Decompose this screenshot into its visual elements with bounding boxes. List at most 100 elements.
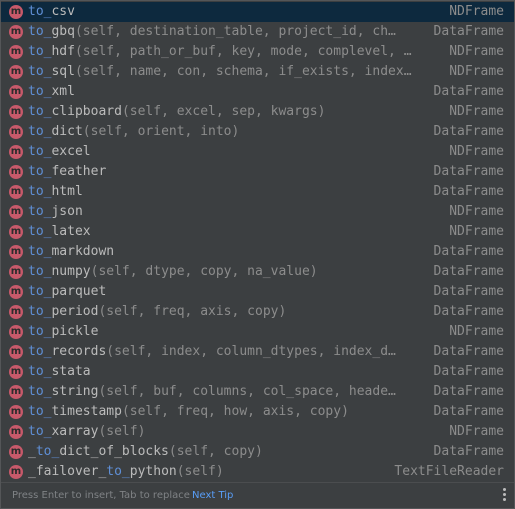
owner-class: DataFrame	[433, 24, 504, 39]
name-rest: latex	[51, 224, 91, 239]
owner-class: DataFrame	[433, 444, 504, 459]
method-icon: m	[9, 385, 23, 399]
name-rest: pickle	[51, 324, 99, 339]
matched-text: to_	[28, 364, 52, 379]
matched-text: to_	[28, 84, 52, 99]
method-params: (self)	[176, 464, 224, 479]
completion-item-name: _failover_to_python(self)	[28, 463, 224, 481]
matched-text: to_	[28, 284, 52, 299]
completion-item[interactable]: m to_parquet DataFrame	[1, 282, 514, 302]
name-rest: timestamp	[51, 404, 122, 419]
method-icon: m	[9, 245, 23, 259]
completion-item-name: to_html	[28, 183, 83, 201]
completion-item[interactable]: m _to_dict_of_blocks(self, copy) DataFrame	[1, 442, 514, 462]
method-icon: m	[9, 405, 23, 419]
completion-item[interactable]: m to_sql(self, name, con, schema, if_exis…	[1, 62, 514, 82]
name-rest: xarray	[51, 424, 99, 439]
completion-item[interactable]: m to_pickle NDFrame	[1, 322, 514, 342]
matched-text: to_	[28, 244, 52, 259]
owner-class: NDFrame	[449, 104, 504, 119]
name-rest: excel	[51, 144, 91, 159]
matched-text: to_	[28, 304, 52, 319]
name-rest: records	[51, 344, 107, 359]
completion-item-name: to_records(self, index, column_dtypes, i…	[28, 343, 396, 361]
method-params: (self, destination_table, project_id, ch…	[74, 24, 396, 39]
method-icon: m	[9, 465, 23, 479]
completion-item[interactable]: m to_string(self, buf, columns, col_space…	[1, 382, 514, 402]
next-tip-link[interactable]: Next Tip	[192, 490, 233, 501]
owner-class: DataFrame	[433, 384, 504, 399]
name-rest: gbq	[51, 24, 75, 39]
owner-class: DataFrame	[433, 364, 504, 379]
completion-item[interactable]: m to_latex NDFrame	[1, 222, 514, 242]
method-icon: m	[9, 5, 23, 19]
completion-item[interactable]: m to_records(self, index, column_dtypes, …	[1, 342, 514, 362]
method-params: (self, freq, how, axis, copy)	[121, 404, 349, 419]
insert-hint: Press Enter to insert, Tab to replace	[12, 490, 190, 501]
method-icon: m	[9, 365, 23, 379]
completion-item-name: to_feather	[28, 163, 106, 181]
name-rest: html	[51, 184, 83, 199]
completion-item-name: to_numpy(self, dtype, copy, na_value)	[28, 263, 318, 281]
completion-item[interactable]: m to_xml DataFrame	[1, 82, 514, 102]
completion-item[interactable]: m to_numpy(self, dtype, copy, na_value) Da…	[1, 262, 514, 282]
owner-class: NDFrame	[449, 64, 504, 79]
method-params: (self)	[98, 424, 146, 439]
method-icon: m	[9, 445, 23, 459]
name-rest: string	[51, 384, 99, 399]
method-icon: m	[9, 85, 23, 99]
owner-class: NDFrame	[449, 204, 504, 219]
vertical-ellipsis-icon[interactable]	[503, 488, 507, 502]
matched-text: to_	[106, 464, 130, 479]
owner-class: NDFrame	[449, 4, 504, 19]
completion-item[interactable]: m to_markdown DataFrame	[1, 242, 514, 262]
method-params: (self, dtype, copy, na_value)	[90, 264, 318, 279]
completion-item[interactable]: m to_feather DataFrame	[1, 162, 514, 182]
completion-item[interactable]: m to_period(self, freq, axis, copy) DataFr…	[1, 302, 514, 322]
name-rest: csv	[51, 4, 75, 19]
method-icon: m	[9, 125, 23, 139]
completion-item-name: to_clipboard(self, excel, sep, kwargs)	[28, 103, 325, 121]
matched-text: to_	[28, 144, 52, 159]
name-rest: python	[129, 464, 177, 479]
completion-item[interactable]: m to_xarray(self) NDFrame	[1, 422, 514, 442]
owner-class: DataFrame	[433, 284, 504, 299]
completion-popup: m to_csv NDFrame m to_gbq(self, destination_…	[0, 0, 515, 509]
owner-class: NDFrame	[449, 424, 504, 439]
completion-item[interactable]: m to_csv NDFrame	[1, 2, 514, 22]
matched-text: to_	[28, 324, 52, 339]
matched-text: to_	[28, 344, 52, 359]
name-rest: json	[51, 204, 83, 219]
completion-item[interactable]: m to_json NDFrame	[1, 202, 514, 222]
owner-class: DataFrame	[433, 244, 504, 259]
matched-text: to_	[28, 124, 52, 139]
matched-text: to_	[28, 4, 52, 19]
owner-class: DataFrame	[433, 164, 504, 179]
completion-item[interactable]: m to_timestamp(self, freq, how, axis, cop…	[1, 402, 514, 422]
owner-class: DataFrame	[433, 304, 504, 319]
completion-item-name: to_pickle	[28, 323, 98, 341]
name-prefix: _	[28, 444, 36, 459]
completion-item[interactable]: m to_clipboard(self, excel, sep, kwargs) N…	[1, 102, 514, 122]
owner-class: TextFileReader	[394, 464, 504, 479]
name-rest: stata	[51, 364, 91, 379]
owner-class: DataFrame	[433, 84, 504, 99]
completion-item[interactable]: m to_excel NDFrame	[1, 142, 514, 162]
matched-text: to_	[28, 224, 52, 239]
completion-item[interactable]: m _failover_to_python(self) TextFileReader	[1, 462, 514, 482]
name-rest: dict	[51, 124, 83, 139]
method-params: (self, buf, columns, col_space, heade…	[98, 384, 396, 399]
completion-item[interactable]: m to_hdf(self, path_or_buf, key, mode, co…	[1, 42, 514, 62]
completion-item-name: _to_dict_of_blocks(self, copy)	[28, 443, 263, 461]
completion-item-name: to_markdown	[28, 243, 114, 261]
completion-item[interactable]: m to_dict(self, orient, into) DataFrame	[1, 122, 514, 142]
name-rest: sql	[51, 64, 75, 79]
owner-class: DataFrame	[433, 344, 504, 359]
owner-class: DataFrame	[433, 404, 504, 419]
completion-item-name: to_timestamp(self, freq, how, axis, copy…	[28, 403, 349, 421]
method-icon: m	[9, 145, 23, 159]
completion-item[interactable]: m to_stata DataFrame	[1, 362, 514, 382]
completion-item[interactable]: m to_gbq(self, destination_table, project…	[1, 22, 514, 42]
matched-text: to_	[28, 164, 52, 179]
completion-item[interactable]: m to_html DataFrame	[1, 182, 514, 202]
